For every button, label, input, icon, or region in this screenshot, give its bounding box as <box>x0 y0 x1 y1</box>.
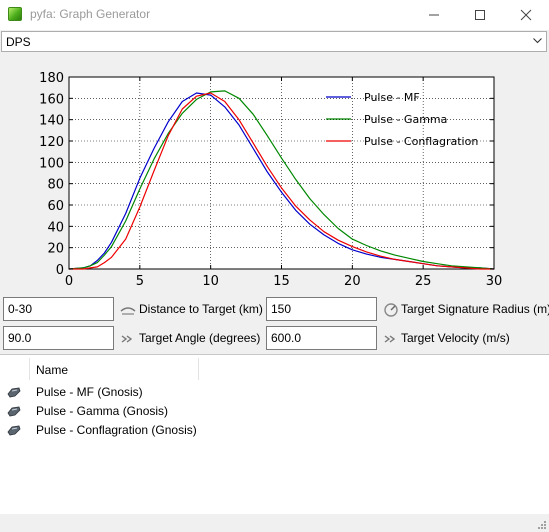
distance-icon <box>120 307 136 315</box>
chart-canvas: 0 5 10 15 20 25 30 0 20 40 60 80 100 120 140 160 180 Pul… <box>39 71 503 289</box>
legend-label-conflagration: Pulse - Conflagration <box>364 135 478 148</box>
x-tick-label: 30 <box>486 274 503 289</box>
velocity-icon <box>384 335 396 343</box>
angle-label: Target Angle (degrees) <box>139 331 261 345</box>
y-tick-label: 120 <box>39 135 64 150</box>
list-item-label: Pulse - Conflagration (Gnosis) <box>36 423 197 437</box>
list-item[interactable]: Pulse - MF (Gnosis) <box>0 383 549 402</box>
x-tick-label: 0 <box>65 274 73 289</box>
ship-fit-icon <box>7 387 21 398</box>
signature-radius-icon <box>384 303 398 317</box>
fit-list[interactable]: Name Pulse - MF (Gnosis) Pulse - Gamma (… <box>0 354 549 515</box>
distance-input[interactable] <box>3 297 114 321</box>
legend-label-gamma: Pulse - Gamma <box>364 113 447 126</box>
angle-input[interactable] <box>3 326 114 350</box>
velocity-input[interactable] <box>266 326 377 350</box>
ship-fit-icon <box>7 425 21 436</box>
close-button[interactable] <box>503 0 549 30</box>
dps-chart: 0 5 10 15 20 25 30 0 20 40 60 80 100 120 140 160 180 Pul… <box>0 53 549 291</box>
legend-label-mf: Pulse - MF <box>364 91 420 104</box>
resize-grip-icon[interactable] <box>537 520 547 530</box>
chevron-down-icon <box>533 38 542 44</box>
list-item[interactable]: Pulse - Conflagration (Gnosis) <box>0 421 549 440</box>
x-tick-label: 5 <box>136 274 144 289</box>
minimize-icon <box>429 14 439 16</box>
y-tick-label: 180 <box>39 71 64 86</box>
title-bar: pyfa: Graph Generator <box>0 0 549 30</box>
y-tick-label: 100 <box>39 156 64 171</box>
distance-label: Distance to Target (km) <box>139 302 263 316</box>
signature-radius-input[interactable] <box>266 297 377 321</box>
y-tick-label: 160 <box>39 92 64 107</box>
graph-type-select[interactable]: DPS <box>1 31 547 52</box>
y-tick-label: 0 <box>56 263 64 278</box>
window-title: pyfa: Graph Generator <box>30 7 151 21</box>
x-tick-label: 10 <box>202 274 219 289</box>
column-separator[interactable] <box>198 358 199 380</box>
angle-icon <box>121 335 133 343</box>
x-tick-label: 20 <box>344 274 361 289</box>
close-icon <box>520 9 532 21</box>
pyfa-app-icon <box>8 7 22 21</box>
x-tick-label: 25 <box>415 274 432 289</box>
y-tick-label: 80 <box>47 178 64 193</box>
list-item-label: Pulse - MF (Gnosis) <box>36 385 143 399</box>
y-tick-label: 20 <box>47 242 64 257</box>
y-tick-label: 140 <box>39 114 64 129</box>
graph-type-value: DPS <box>6 35 31 49</box>
list-item-label: Pulse - Gamma (Gnosis) <box>36 404 169 418</box>
signature-radius-label: Target Signature Radius (m) <box>401 302 549 316</box>
ship-fit-icon <box>7 406 21 417</box>
maximize-button[interactable] <box>457 0 503 30</box>
maximize-icon <box>475 10 485 20</box>
velocity-label: Target Velocity (m/s) <box>401 331 510 345</box>
minimize-button[interactable] <box>411 0 457 30</box>
status-bar <box>0 514 549 532</box>
y-tick-label: 40 <box>47 220 64 235</box>
x-tick-label: 15 <box>273 274 290 289</box>
list-item[interactable]: Pulse - Gamma (Gnosis) <box>0 402 549 421</box>
column-header-name[interactable]: Name <box>36 363 68 377</box>
column-separator <box>29 358 30 380</box>
y-tick-label: 60 <box>47 199 64 214</box>
